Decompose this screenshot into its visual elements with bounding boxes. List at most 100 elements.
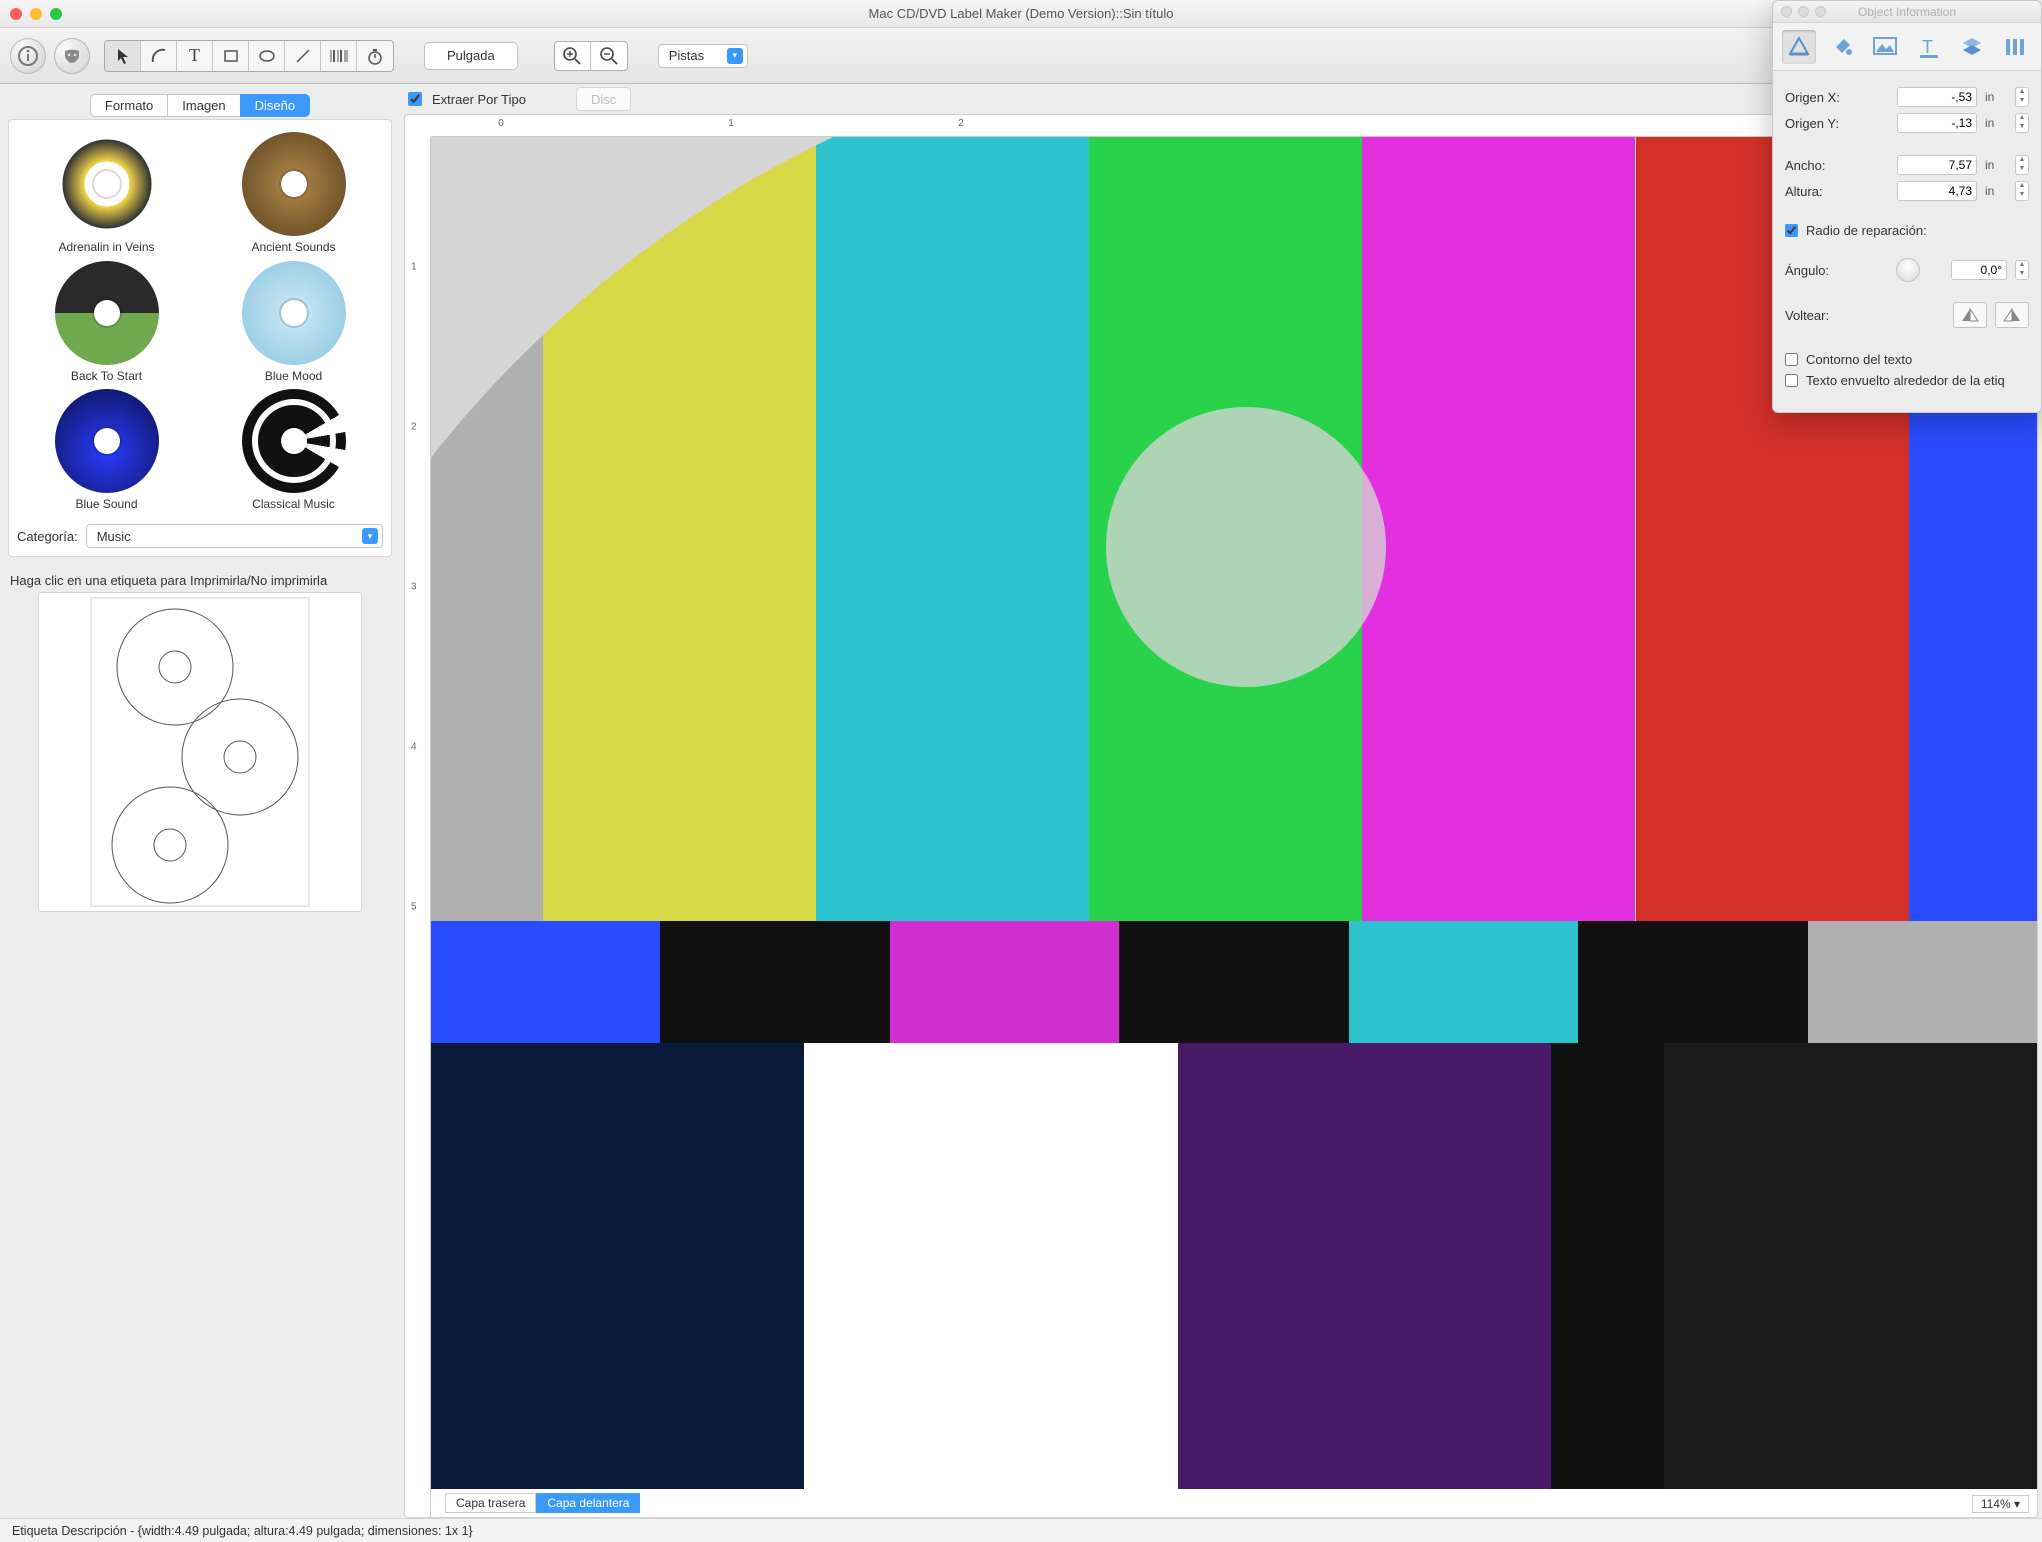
design-thumb[interactable]: Blue Mood bbox=[210, 261, 377, 384]
ruler-mark: 2 bbox=[958, 118, 964, 129]
zoom-indicator[interactable]: 114% ▾ bbox=[1972, 1495, 2029, 1513]
status-text: Etiqueta Descripción - {width:4.49 pulga… bbox=[12, 1524, 473, 1538]
text-tool[interactable]: T bbox=[177, 41, 213, 71]
category-dropdown[interactable]: Music ▾ bbox=[86, 524, 383, 548]
inspector-panel[interactable]: Object Information T Origen X: in ▲▼ Ori… bbox=[1772, 0, 2042, 413]
print-hint: Haga clic en una etiqueta para Imprimirl… bbox=[10, 573, 392, 588]
image-icon bbox=[1872, 36, 1898, 58]
zoom-in-button[interactable] bbox=[555, 42, 591, 70]
design-thumb[interactable]: Classical Music bbox=[210, 389, 377, 512]
line-tool[interactable] bbox=[285, 41, 321, 71]
layer-tab-front[interactable]: Capa delantera bbox=[536, 1493, 640, 1513]
layer-tabs: Capa trasera Capa delantera bbox=[445, 1493, 640, 1513]
minimize-icon[interactable] bbox=[30, 8, 42, 20]
outline-text-checkbox[interactable] bbox=[1785, 353, 1798, 366]
unit-label: in bbox=[1985, 184, 2007, 198]
category-value: Music bbox=[97, 529, 131, 544]
design-label: Blue Mood bbox=[265, 369, 322, 383]
wrap-text-checkbox[interactable] bbox=[1785, 374, 1798, 387]
design-label: Adrenalin in Veins bbox=[58, 240, 154, 254]
inspector-tab-align[interactable] bbox=[1998, 30, 2032, 64]
design-label: Back To Start bbox=[71, 369, 142, 383]
left-tabs: Formato Imagen Diseño bbox=[8, 94, 392, 117]
inspector-tab-shadow[interactable] bbox=[1955, 30, 1989, 64]
rect-tool[interactable] bbox=[213, 41, 249, 71]
info-icon bbox=[18, 46, 38, 66]
zoom-in-icon bbox=[562, 46, 582, 66]
unit-label: in bbox=[1985, 158, 2007, 172]
chevron-down-icon: ▾ bbox=[727, 48, 743, 64]
extract-checkbox[interactable] bbox=[408, 92, 422, 106]
repair-radio-checkbox[interactable] bbox=[1785, 224, 1798, 237]
info-button[interactable] bbox=[10, 38, 46, 74]
arc-tool[interactable] bbox=[141, 41, 177, 71]
disc-button: Disc bbox=[576, 87, 631, 111]
rect-icon bbox=[223, 48, 239, 64]
ruler-vertical: 1 2 3 4 5 bbox=[405, 137, 431, 1517]
angle-stepper[interactable]: ▲▼ bbox=[2015, 260, 2029, 280]
mask-icon bbox=[62, 46, 82, 66]
design-thumb[interactable]: Ancient Sounds bbox=[210, 132, 377, 255]
tab-diseno[interactable]: Diseño bbox=[240, 94, 310, 117]
design-thumb[interactable]: Blue Sound bbox=[23, 389, 190, 512]
inspector-tab-image[interactable] bbox=[1868, 30, 1902, 64]
design-pane: Adrenalin in Veins Ancient Sounds Back T… bbox=[8, 119, 392, 557]
design-thumb[interactable]: Back To Start bbox=[23, 261, 190, 384]
tracks-dropdown[interactable]: Pistas ▾ bbox=[658, 44, 748, 68]
inspector-titlebar[interactable]: Object Information bbox=[1773, 1, 2041, 23]
flip-horizontal-button[interactable] bbox=[1953, 302, 1987, 328]
height-stepper[interactable]: ▲▼ bbox=[2015, 181, 2029, 201]
outline-text-label: Contorno del texto bbox=[1806, 352, 1912, 367]
flip-label: Voltear: bbox=[1785, 308, 1865, 323]
zoom-out-button[interactable] bbox=[591, 42, 627, 70]
angle-field[interactable] bbox=[1951, 260, 2007, 280]
zoom-out-icon bbox=[599, 46, 619, 66]
maximize-icon[interactable] bbox=[50, 8, 62, 20]
layout-svg bbox=[90, 597, 310, 907]
layout-preview[interactable] bbox=[38, 592, 362, 912]
flip-vertical-button[interactable] bbox=[1995, 302, 2029, 328]
align-icon bbox=[2004, 36, 2026, 58]
text-icon: T bbox=[189, 45, 200, 66]
pointer-tool[interactable] bbox=[105, 41, 141, 71]
window-title: Mac CD/DVD Label Maker (Demo Version)::S… bbox=[0, 6, 2042, 21]
height-label: Altura: bbox=[1785, 184, 1865, 199]
close-icon[interactable] bbox=[10, 8, 22, 20]
stopwatch-tool[interactable] bbox=[357, 41, 393, 71]
height-field[interactable] bbox=[1897, 181, 1977, 201]
ruler-mark: 2 bbox=[411, 422, 417, 433]
ruler-mark: 3 bbox=[411, 582, 417, 593]
ruler-mark: 0 bbox=[498, 118, 504, 129]
tab-formato[interactable]: Formato bbox=[90, 94, 168, 117]
pointer-icon bbox=[116, 48, 130, 64]
inspector-tab-text[interactable]: T bbox=[1912, 30, 1946, 64]
ellipse-tool[interactable] bbox=[249, 41, 285, 71]
inspector-title: Object Information bbox=[1773, 5, 2041, 19]
category-label: Categoría: bbox=[17, 529, 78, 544]
wrap-text-label: Texto envuelto alrededor de la etiq bbox=[1806, 373, 2005, 388]
design-label: Classical Music bbox=[252, 497, 335, 511]
bucket-icon bbox=[1830, 35, 1854, 59]
width-stepper[interactable]: ▲▼ bbox=[2015, 155, 2029, 175]
tracks-dropdown-value: Pistas bbox=[669, 48, 704, 63]
flip-v-icon bbox=[2002, 307, 2022, 323]
angle-dial[interactable] bbox=[1896, 258, 1920, 282]
width-field[interactable] bbox=[1897, 155, 1977, 175]
unit-button[interactable]: Pulgada bbox=[424, 42, 518, 70]
origin-x-stepper[interactable]: ▲▼ bbox=[2015, 87, 2029, 107]
origin-x-label: Origen X: bbox=[1785, 90, 1865, 105]
geometry-icon bbox=[1786, 34, 1812, 60]
origin-y-field[interactable] bbox=[1897, 113, 1977, 133]
origin-y-stepper[interactable]: ▲▼ bbox=[2015, 113, 2029, 133]
unit-label: in bbox=[1985, 90, 2007, 104]
design-thumb[interactable]: Adrenalin in Veins bbox=[23, 132, 190, 255]
layer-tab-back[interactable]: Capa trasera bbox=[445, 1493, 536, 1513]
barcode-tool[interactable] bbox=[321, 41, 357, 71]
ruler-mark: 1 bbox=[728, 118, 734, 129]
svg-text:T: T bbox=[1922, 37, 1933, 57]
inspector-tab-fill[interactable] bbox=[1825, 30, 1859, 64]
origin-x-field[interactable] bbox=[1897, 87, 1977, 107]
tab-imagen[interactable]: Imagen bbox=[167, 94, 240, 117]
mask-button[interactable] bbox=[54, 38, 90, 74]
inspector-tab-geometry[interactable] bbox=[1782, 30, 1816, 64]
